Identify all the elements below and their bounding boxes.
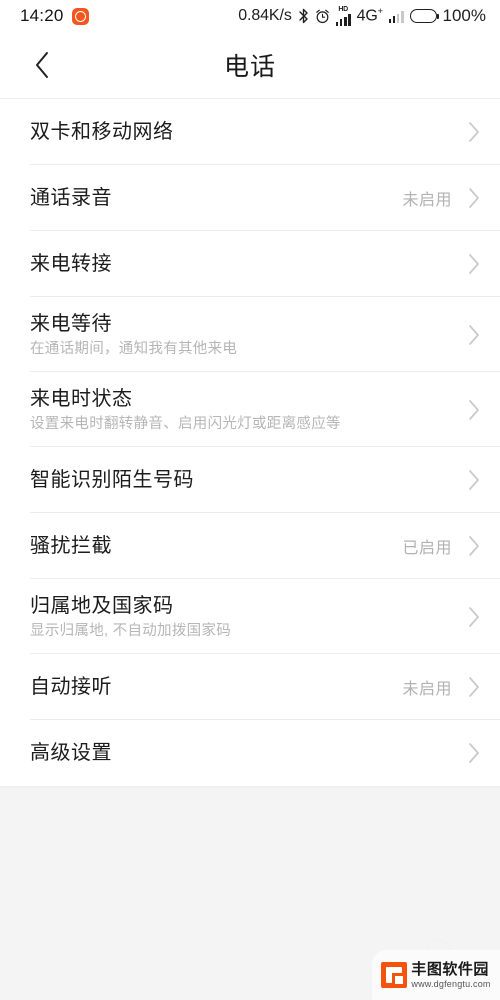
list-item[interactable]: 来电等待在通话期间，通知我有其他来电 [0,297,500,372]
list-item-title: 来电等待 [30,312,112,335]
watermark: 丰图软件园 www.dgfengtu.com [372,950,500,1000]
phone-settings-screen: 14:20 0.84K/s HD 4G+ 100% 电话 双卡和移动网络 通话录… [0,0,500,1000]
list-item[interactable]: 双卡和移动网络 [0,99,500,165]
chevron-right-icon [468,324,480,346]
list-item[interactable]: 通话录音 未启用 [0,165,500,231]
status-bar-left: 14:20 [20,6,89,26]
list-item-subtitle: 设置来电时翻转静音、启用闪光灯或距离感应等 [30,415,341,432]
signal-bars-icon [335,13,351,26]
chevron-right-icon [468,187,480,209]
status-bar-right: 0.84K/s HD 4G+ 100% [238,6,486,26]
list-item[interactable]: 来电转接 [0,231,500,297]
list-item-title: 通话录音 [30,187,112,209]
list-item-subtitle: 在通话期间，通知我有其他来电 [30,340,238,357]
list-item-title: 双卡和移动网络 [30,121,174,143]
list-item-title: 来电转接 [30,253,112,275]
signal-bars-secondary-icon [388,10,404,23]
list-item[interactable]: 智能识别陌生号码 [0,447,500,513]
back-chevron-icon [33,50,51,80]
list-item-texts: 骚扰拦截 [30,534,402,558]
battery-percent-label: 100% [442,6,486,25]
list-item-title: 骚扰拦截 [30,535,112,557]
list-item[interactable]: 来电时状态设置来电时翻转静音、启用闪光灯或距离感应等 [0,372,500,447]
chevron-right-icon [468,469,480,491]
chevron-right-icon [468,253,480,275]
list-item-title: 智能识别陌生号码 [30,469,194,491]
page-title: 电话 [223,53,276,81]
list-item[interactable]: 骚扰拦截 已启用 [0,513,500,579]
network-speed-label: 0.84K/s [238,7,292,24]
list-item-value: 已启用 [402,540,452,557]
network-type-plus: + [377,6,383,17]
list-item-title: 来电时状态 [30,387,133,410]
list-item-value: 未启用 [402,192,452,209]
fengtu-logo-icon [381,962,408,988]
list-item-title: 归属地及国家码 [30,594,174,617]
title-bar: 电话 [0,32,500,99]
watermark-inner: 丰图软件园 www.dgfengtu.com [381,960,491,989]
settings-list: 双卡和移动网络 通话录音 未启用 来电转接 来电等待 在通话期间，通知我有其他来电 来电时状… [0,99,500,786]
list-item-texts: 高级设置 [30,741,468,765]
list-item-title: 自动接听 [30,676,112,698]
list-item-texts: 来电转接 [30,252,468,276]
clock-app-icon [71,7,89,25]
list-item-texts: 通话录音 [30,186,402,210]
status-bar: 14:20 0.84K/s HD 4G+ 100% [0,0,500,32]
list-item-texts: 自动接听 [30,675,402,699]
chevron-right-icon [468,121,480,143]
network-type-text: 4G [356,7,378,25]
alarm-clock-icon [315,9,330,24]
list-item-texts: 来电时状态设置来电时翻转静音、启用闪光灯或距离感应等 [30,387,468,433]
list-item-texts: 智能识别陌生号码 [30,468,468,492]
hd-voice-icon: HD [335,6,351,26]
chevron-right-icon [468,606,480,628]
chevron-right-icon [468,535,480,557]
status-bar-clock: 14:20 [20,6,64,25]
chevron-right-icon [468,742,480,764]
list-item-texts: 归属地及国家码显示归属地, 不自动加拨国家码 [30,594,468,640]
watermark-texts: 丰图软件园 www.dgfengtu.com [411,960,491,989]
watermark-site-url: www.dgfengtu.com [411,978,491,989]
list-item-texts: 双卡和移动网络 [30,120,468,144]
chevron-right-icon [468,676,480,698]
list-item-title: 高级设置 [30,742,112,764]
watermark-site-name: 丰图软件园 [411,960,489,978]
fengtu-logo-notch [395,976,404,984]
battery-full-icon [409,9,439,23]
list-item[interactable]: 自动接听 未启用 [0,654,500,720]
bluetooth-icon [298,8,309,24]
list-item-subtitle: 显示归属地, 不自动加拨国家码 [30,622,232,639]
list-item-texts: 来电等待在通话期间，通知我有其他来电 [30,312,468,358]
chevron-right-icon [468,399,480,421]
list-item-value: 未启用 [402,681,452,698]
list-item[interactable]: 归属地及国家码显示归属地, 不自动加拨国家码 [0,579,500,654]
list-item[interactable]: 高级设置 [0,720,500,786]
network-type-label: 4G+ [357,6,383,25]
back-button[interactable] [20,43,64,87]
list-bottom-edge [0,786,500,788]
